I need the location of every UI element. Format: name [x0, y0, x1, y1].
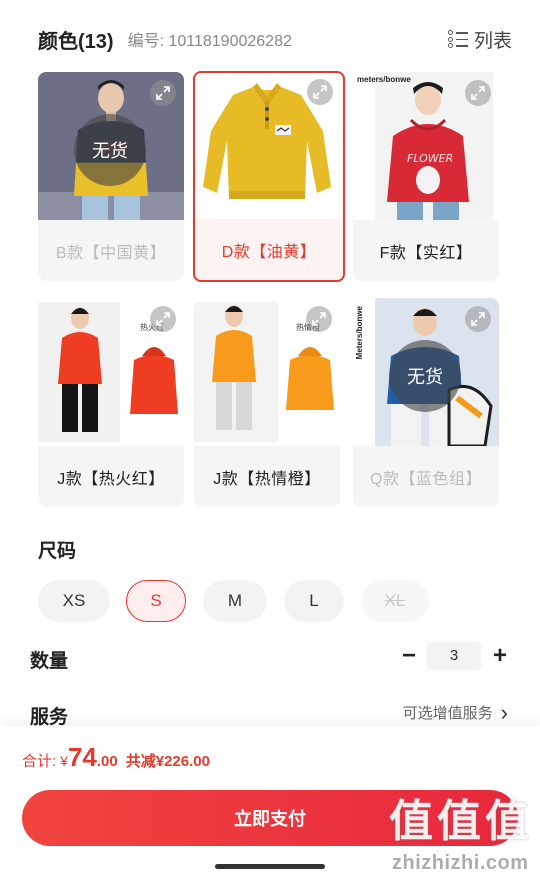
watermark-glyph: 值	[389, 797, 433, 846]
expand-icon[interactable]	[150, 306, 176, 332]
expand-icon[interactable]	[306, 306, 332, 332]
total-summary: 合计: ¥ 74 .00 共减¥226.00	[22, 742, 210, 773]
watermark-glyph: 值	[485, 797, 529, 846]
swatch-label: D款【油黄】	[221, 243, 317, 261]
swatch-label: Q款【蓝色组】	[370, 470, 482, 488]
swatch-photo: 热情橙	[194, 298, 340, 446]
soldout-badge: 无货	[389, 340, 461, 412]
swatch-label: B款【中国黄】	[55, 244, 167, 262]
brand-logo-text: meters/bonwe	[357, 75, 411, 84]
swatch-photo: Meters/bonwe 无货	[353, 298, 499, 446]
swatch-photo: 中国 无货	[38, 72, 184, 220]
product-code: 编号: 10118190026282	[127, 33, 292, 50]
color-header: 颜色(13) 编号: 10118190026282 列表	[38, 24, 512, 54]
service-link-text: 可选增值服务	[402, 705, 493, 722]
color-swatch-f[interactable]: FLOWER meters/bonwe F款【实红】	[353, 72, 499, 281]
product-option-sheet: 颜色(13) 编号: 10118190026282 列表 中国	[0, 0, 540, 885]
size-title: 尺码	[38, 541, 77, 562]
color-title: 颜色(13)	[38, 30, 114, 53]
soldout-badge: 无货	[74, 114, 146, 186]
expand-icon[interactable]	[307, 79, 333, 105]
swatch-label: J款【热火红】	[57, 470, 165, 488]
swatch-photo: 热火红	[38, 298, 184, 446]
chevron-right-icon: ›	[500, 699, 508, 725]
size-option-s[interactable]: S	[126, 580, 186, 622]
color-swatch-j-red[interactable]: 热火红 J款【热火红】	[38, 298, 184, 507]
expand-icon[interactable]	[465, 306, 491, 332]
size-option-xs[interactable]: XS	[38, 580, 110, 622]
list-icon	[447, 30, 468, 48]
brand-logo-text: Meters/bonwe	[355, 306, 364, 360]
swatch-photo: FLOWER meters/bonwe	[353, 72, 499, 220]
total-amount-integer: 74	[67, 742, 97, 772]
size-option-l[interactable]: L	[284, 580, 344, 622]
expand-icon[interactable]	[465, 80, 491, 106]
size-option-xl: XL	[361, 580, 429, 622]
quantity-decrement-button[interactable]: −	[395, 642, 423, 670]
color-swatch-j-orange[interactable]: 热情橙 J款【热情橙】	[194, 298, 340, 507]
list-view-label: 列表	[473, 30, 512, 52]
watermark-text: zhizhizhi.com	[392, 852, 529, 874]
home-indicator	[215, 864, 325, 869]
currency-symbol: ¥	[60, 753, 68, 769]
color-swatch-d[interactable]: D款【油黄】	[193, 71, 345, 282]
total-amount-decimal: .00	[96, 753, 118, 770]
color-swatch-q[interactable]: Meters/bonwe 无货 Q款【蓝色组】	[353, 298, 499, 507]
color-swatch-b[interactable]: 中国 无货 B款【中国黄】	[38, 72, 184, 281]
total-label: 合计:	[22, 753, 57, 770]
service-options-link[interactable]: 可选增值服务 ›	[402, 699, 508, 725]
swatch-label: J款【热情橙】	[213, 470, 321, 488]
discount-text: 共减¥226.00	[125, 753, 210, 770]
quantity-increment-button[interactable]: +	[486, 642, 514, 670]
watermark-glyph: 值	[437, 797, 481, 846]
quantity-input[interactable]	[427, 642, 481, 670]
quantity-title: 数量	[30, 651, 69, 672]
service-title: 服务	[30, 707, 69, 728]
swatch-label: F款【实红】	[379, 244, 473, 262]
expand-icon[interactable]	[150, 80, 176, 106]
swatch-photo	[195, 73, 341, 219]
list-view-toggle[interactable]: 列表	[447, 24, 512, 54]
size-option-m[interactable]: M	[203, 580, 267, 622]
svg-text:FLOWER: FLOWER	[407, 152, 453, 165]
watermark-logo: 值 值 值	[388, 794, 530, 850]
